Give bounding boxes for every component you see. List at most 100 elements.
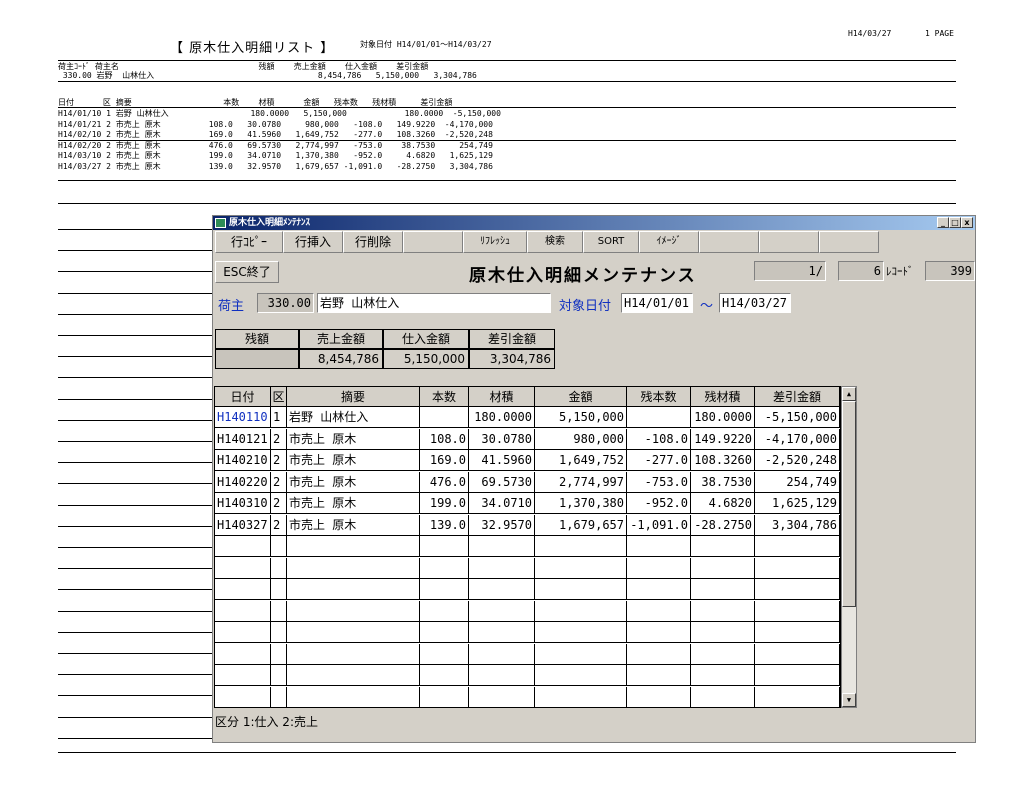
grid-cell[interactable]	[535, 600, 627, 622]
window-titlebar[interactable]: 原木仕入明細ﾒﾝﾃﾅﾝｽ _ □ x	[213, 216, 975, 230]
grid-cell[interactable]	[287, 579, 420, 600]
grid-cell[interactable]	[755, 665, 840, 686]
grid-cell[interactable]	[287, 557, 420, 579]
grid-cell[interactable]	[287, 600, 420, 622]
grid-cell[interactable]	[287, 622, 420, 643]
grid-cell[interactable]	[691, 579, 755, 600]
grid-cell[interactable]	[535, 622, 627, 643]
grid-cell[interactable]	[691, 557, 755, 579]
grid-cell[interactable]	[469, 686, 535, 708]
grid-cell[interactable]: 4.6820	[691, 493, 755, 514]
grid-cell[interactable]	[627, 407, 691, 428]
grid-cell[interactable]: 180.0000	[691, 407, 755, 428]
owner-code-field[interactable]: 330.00	[257, 293, 314, 313]
grid-cell[interactable]: 2	[271, 514, 287, 536]
grid-cell[interactable]	[215, 643, 271, 665]
toolbar-blank-button[interactable]	[819, 231, 879, 253]
grid-cell[interactable]	[535, 557, 627, 579]
grid-cell[interactable]	[755, 600, 840, 622]
grid-cell[interactable]	[627, 579, 691, 600]
grid-cell[interactable]	[691, 622, 755, 643]
grid-header[interactable]: 日付	[215, 387, 271, 407]
grid-cell[interactable]	[215, 665, 271, 686]
grid-cell[interactable]: 2	[271, 471, 287, 493]
grid-cell[interactable]	[469, 579, 535, 600]
grid-cell[interactable]	[755, 536, 840, 557]
grid-cell[interactable]	[215, 686, 271, 708]
grid-cell[interactable]	[271, 536, 287, 557]
grid-cell[interactable]: 1,625,129	[755, 493, 840, 514]
date-to-field[interactable]: H14/03/27	[719, 293, 791, 313]
grid-cell[interactable]	[469, 622, 535, 643]
grid-cell[interactable]	[287, 643, 420, 665]
grid-cell[interactable]: 5,150,000	[535, 407, 627, 428]
grid-cell[interactable]: -2,520,248	[755, 450, 840, 471]
grid-cell[interactable]: 市売上 原木	[287, 493, 420, 514]
grid-cell[interactable]: 980,000	[535, 428, 627, 450]
grid-cell[interactable]: 岩野 山林仕入	[287, 407, 420, 428]
grid-cell[interactable]	[271, 643, 287, 665]
grid-cell[interactable]: -277.0	[627, 450, 691, 471]
minimize-button[interactable]: _	[937, 217, 949, 228]
grid-cell[interactable]	[627, 665, 691, 686]
toolbar-insert-row-button[interactable]: 行挿入	[283, 231, 343, 253]
grid-header[interactable]: 材積	[469, 387, 535, 407]
grid-cell[interactable]	[469, 665, 535, 686]
grid-cell[interactable]	[215, 600, 271, 622]
grid-cell[interactable]: 市売上 原木	[287, 471, 420, 493]
grid-cell[interactable]	[755, 622, 840, 643]
grid-cell[interactable]	[691, 643, 755, 665]
grid-cell[interactable]	[535, 643, 627, 665]
grid-cell[interactable]	[271, 622, 287, 643]
scroll-up-icon[interactable]: ▲	[842, 387, 856, 401]
toolbar-blank-button[interactable]	[699, 231, 759, 253]
grid-cell[interactable]	[469, 643, 535, 665]
grid-cell[interactable]: -108.0	[627, 428, 691, 450]
grid-cell[interactable]	[271, 579, 287, 600]
grid-cell[interactable]	[420, 407, 469, 428]
grid-cell[interactable]	[420, 557, 469, 579]
scroll-down-icon[interactable]: ▼	[842, 693, 856, 707]
vertical-scrollbar[interactable]: ▲ ▼	[841, 386, 857, 708]
grid-cell[interactable]: H140110	[215, 407, 271, 428]
grid-cell[interactable]: 市売上 原木	[287, 514, 420, 536]
toolbar-refresh-button[interactable]: ﾘﾌﾚｯｼｭ	[463, 231, 527, 253]
grid-cell[interactable]	[755, 557, 840, 579]
grid-cell[interactable]	[469, 557, 535, 579]
grid-cell[interactable]: 市売上 原木	[287, 450, 420, 471]
grid-cell[interactable]: H140121	[215, 428, 271, 450]
grid-cell[interactable]	[627, 643, 691, 665]
grid-cell[interactable]	[215, 579, 271, 600]
grid-cell[interactable]	[755, 579, 840, 600]
grid-cell[interactable]: 2,774,997	[535, 471, 627, 493]
grid-cell[interactable]	[271, 665, 287, 686]
grid-cell[interactable]	[535, 536, 627, 557]
grid-cell[interactable]: 1	[271, 407, 287, 428]
grid-cell[interactable]: 市売上 原木	[287, 428, 420, 450]
grid-cell[interactable]: H140220	[215, 471, 271, 493]
grid-cell[interactable]	[215, 536, 271, 557]
scroll-thumb[interactable]	[842, 401, 856, 607]
grid-cell[interactable]	[535, 665, 627, 686]
grid-cell[interactable]	[755, 643, 840, 665]
grid-cell[interactable]: 69.5730	[469, 471, 535, 493]
grid-cell[interactable]: 32.9570	[469, 514, 535, 536]
grid-cell[interactable]	[535, 579, 627, 600]
esc-exit-button[interactable]: ESC終了	[215, 261, 279, 283]
grid-cell[interactable]: -28.2750	[691, 514, 755, 536]
grid-cell[interactable]	[627, 557, 691, 579]
grid-cell[interactable]	[287, 665, 420, 686]
grid-cell[interactable]	[469, 600, 535, 622]
toolbar-blank-button[interactable]	[403, 231, 463, 253]
grid-cell[interactable]	[287, 536, 420, 557]
grid-header[interactable]: 残本数	[627, 387, 691, 407]
grid-cell[interactable]	[691, 686, 755, 708]
grid-cell[interactable]: 3,304,786	[755, 514, 840, 536]
toolbar-image-button[interactable]: ｲﾒｰｼﾞ	[639, 231, 699, 253]
date-from-field[interactable]: H14/01/01	[621, 293, 693, 313]
grid-cell[interactable]: -4,170,000	[755, 428, 840, 450]
grid-cell[interactable]	[627, 600, 691, 622]
grid-cell[interactable]: 1,679,657	[535, 514, 627, 536]
grid-cell[interactable]: -952.0	[627, 493, 691, 514]
grid-cell[interactable]: 108.0	[420, 428, 469, 450]
